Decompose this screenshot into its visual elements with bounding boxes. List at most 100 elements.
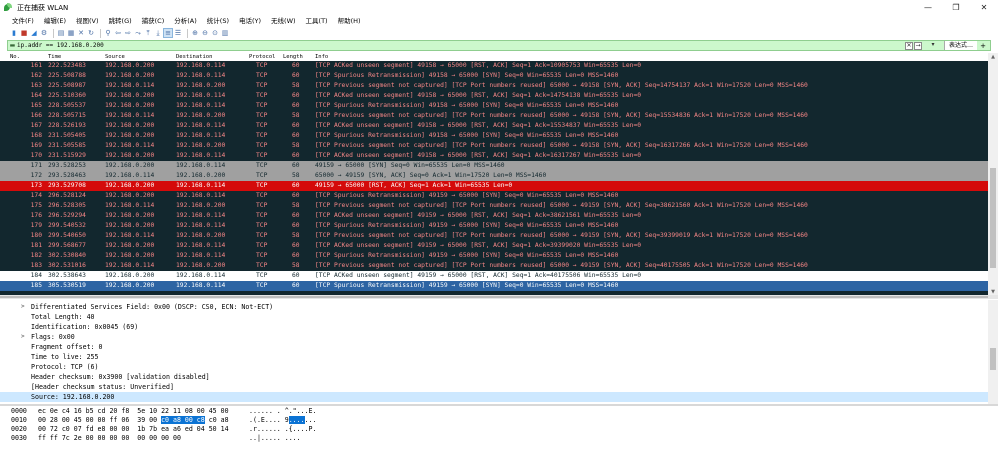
column-time[interactable]: Time <box>48 53 61 61</box>
minimize-button[interactable]: — <box>914 0 942 15</box>
apply-filter-icon[interactable]: → <box>913 41 922 50</box>
bytes-hex[interactable]: ff ff 7c 2e 00 00 00 00 00 00 00 00 <box>38 434 181 443</box>
add-filter-button[interactable]: + <box>978 42 988 50</box>
restart-capture-icon[interactable]: ◢ <box>30 29 38 37</box>
zoom-normal-icon[interactable]: ⊙ <box>211 29 219 37</box>
packet-row[interactable]: 179 299.540532 192.168.0.200 192.168.0.114 T… <box>0 221 988 231</box>
go-forward-icon[interactable]: ⇨ <box>124 29 132 37</box>
expression-button[interactable]: 表达式… <box>943 41 977 50</box>
packet-row[interactable]: 181 299.568677 192.168.0.200 192.168.0.114 T… <box>0 241 988 251</box>
packet-row[interactable]: 161 222.523483 192.168.0.200 192.168.0.114 T… <box>0 61 988 71</box>
detail-row[interactable]: [Header checksum status: Unverified] <box>0 382 988 392</box>
go-back-icon[interactable]: ⇦ <box>114 29 122 37</box>
menu-telephony[interactable]: 电话(Y) <box>234 15 266 27</box>
display-filter-input[interactable] <box>17 41 905 50</box>
clear-filter-icon[interactable]: ✕ <box>904 41 913 50</box>
hscrollbar-thumb[interactable] <box>0 296 988 298</box>
packet-row[interactable]: 165 228.505537 192.168.0.200 192.168.0.114 T… <box>0 101 988 111</box>
bytes-ascii[interactable]: .(.E.... 9....... <box>249 416 317 425</box>
open-file-icon[interactable]: ▤ <box>57 29 65 37</box>
bytes-ascii[interactable]: .r...... .{....P. <box>249 425 317 434</box>
packet-list-hscrollbar[interactable] <box>0 295 998 299</box>
maximize-button[interactable]: ❐ <box>942 0 970 15</box>
detail-row[interactable]: Fragment offset: 0 <box>0 342 988 352</box>
bytes-hex[interactable]: 00 72 c0 07 fd e8 00 00 1b 7b ea a6 ed 0… <box>38 425 229 434</box>
detail-row[interactable]: Header checksum: 0x3900 [validation disa… <box>0 372 988 382</box>
go-to-packet-icon[interactable]: ⤳ <box>134 29 142 37</box>
packet-list-scrollbar[interactable]: ▲ ▼ <box>988 53 998 296</box>
colorize-icon[interactable]: ☰ <box>174 29 182 37</box>
column-destination[interactable]: Destination <box>176 53 212 61</box>
packet-row[interactable]: 169 231.505585 192.168.0.114 192.168.0.200 T… <box>0 141 988 151</box>
close-file-icon[interactable]: ✕ <box>77 29 85 37</box>
detail-row[interactable]: Protocol: TCP (6) <box>0 362 988 372</box>
bookmark-icon[interactable]: ▬ <box>8 42 17 49</box>
column-protocol[interactable]: Protocol <box>249 53 276 61</box>
packet-row[interactable]: 185 305.530519 192.168.0.200 192.168.0.114 T… <box>0 281 988 291</box>
start-capture-icon[interactable]: ▮ <box>10 29 18 37</box>
menu-tools[interactable]: 工具(T) <box>301 15 333 27</box>
detail-row[interactable]: Identification: 0x0045 (69) <box>0 322 988 332</box>
packet-row[interactable]: 172 293.528463 192.168.0.114 192.168.0.200 T… <box>0 171 988 181</box>
packet-row[interactable]: 164 225.510360 192.168.0.200 192.168.0.114 T… <box>0 91 988 101</box>
packet-row[interactable]: 171 293.528253 192.168.0.200 192.168.0.114 T… <box>0 161 988 171</box>
bytes-ascii[interactable]: ...... . ^."...E. <box>249 407 317 416</box>
detail-row[interactable]: > Flags: 0x00 <box>0 332 988 342</box>
packet-row[interactable]: 180 299.540650 192.168.0.114 192.168.0.200 T… <box>0 231 988 241</box>
save-file-icon[interactable]: ▦ <box>67 29 75 37</box>
last-packet-icon[interactable]: ⤓ <box>154 29 162 37</box>
detail-row[interactable]: Total Length: 40 <box>0 312 988 322</box>
menu-go[interactable]: 跳转(G) <box>104 15 137 27</box>
capture-options-icon[interactable]: ⚙ <box>40 29 48 37</box>
packet-row[interactable]: 175 296.528305 192.168.0.114 192.168.0.200 T… <box>0 201 988 211</box>
column-length[interactable]: Length <box>283 53 303 61</box>
packet-row[interactable]: 167 228.526193 192.168.0.200 192.168.0.114 T… <box>0 121 988 131</box>
column-no[interactable]: No. <box>10 53 20 61</box>
menu-analyze[interactable]: 分析(A) <box>169 15 202 27</box>
packet-row[interactable]: 163 225.508987 192.168.0.114 192.168.0.200 T… <box>0 81 988 91</box>
resize-columns-icon[interactable]: ▥ <box>221 29 229 37</box>
bytes-ascii[interactable]: ..|..... .... <box>249 434 301 443</box>
menu-file[interactable]: 文件(F) <box>0 15 39 27</box>
packet-row[interactable]: 184 302.538643 192.168.0.200 192.168.0.114 T… <box>0 271 988 281</box>
filter-history-icon[interactable]: ▾ <box>923 41 943 50</box>
close-button[interactable]: ✕ <box>970 0 998 15</box>
first-packet-icon[interactable]: ⤒ <box>144 29 152 37</box>
details-scrollbar[interactable] <box>988 300 998 404</box>
bytes-hex[interactable]: 00 28 00 45 00 00 ff 06 39 00 c0 a8 00 c… <box>38 416 229 425</box>
menu-wireless[interactable]: 无线(W) <box>266 15 301 27</box>
menu-help[interactable]: 帮助(H) <box>333 15 366 27</box>
scrollbar-thumb[interactable] <box>990 168 996 268</box>
menu-statistics[interactable]: 统计(S) <box>202 15 234 27</box>
menu-edit[interactable]: 编辑(E) <box>39 15 71 27</box>
stop-capture-icon[interactable]: ■ <box>20 29 28 37</box>
zoom-in-icon[interactable]: ⊕ <box>191 29 199 37</box>
packet-row[interactable]: 182 302.530840 192.168.0.200 192.168.0.114 T… <box>0 251 988 261</box>
expand-chevron-icon[interactable]: > <box>21 332 25 342</box>
detail-row[interactable]: Time to live: 255 <box>0 352 988 362</box>
packet-destination: 192.168.0.114 <box>176 72 226 79</box>
scroll-up-icon[interactable]: ▲ <box>988 53 998 61</box>
packet-row[interactable]: 170 231.515929 192.168.0.200 192.168.0.114 T… <box>0 151 988 161</box>
find-packet-icon[interactable]: ⚲ <box>104 29 112 37</box>
reload-icon[interactable]: ↻ <box>87 29 95 37</box>
packet-row[interactable]: 183 302.531016 192.168.0.114 192.168.0.200 T… <box>0 261 988 271</box>
packet-row[interactable]: 162 225.508788 192.168.0.200 192.168.0.114 T… <box>0 71 988 81</box>
detail-row[interactable]: > Differentiated Services Field: 0x00 (DS… <box>0 302 988 312</box>
packet-row[interactable]: 173 293.529708 192.168.0.200 192.168.0.114 T… <box>0 181 988 191</box>
packet-row[interactable]: 174 296.528124 192.168.0.200 192.168.0.114 T… <box>0 191 988 201</box>
autoscroll-icon[interactable]: ≡ <box>163 28 173 38</box>
column-info[interactable]: Info <box>315 53 328 61</box>
bytes-hex[interactable]: ec 0e c4 16 b5 cd 20 f8 5e 10 22 11 08 0… <box>38 407 229 416</box>
detail-row[interactable]: Source: 192.168.0.200 <box>0 392 988 402</box>
column-source[interactable]: Source <box>105 53 125 61</box>
zoom-out-icon[interactable]: ⊖ <box>201 29 209 37</box>
packet-protocol: TCP <box>256 112 268 119</box>
menu-capture[interactable]: 捕获(C) <box>137 15 170 27</box>
packet-row[interactable]: 166 228.505715 192.168.0.114 192.168.0.200 T… <box>0 111 988 121</box>
packet-row[interactable]: 176 296.529294 192.168.0.200 192.168.0.114 T… <box>0 211 988 221</box>
menu-view[interactable]: 视图(V) <box>71 15 104 27</box>
details-scrollbar-thumb[interactable] <box>990 348 996 370</box>
packet-row[interactable]: 168 231.505405 192.168.0.200 192.168.0.114 T… <box>0 131 988 141</box>
expand-chevron-icon[interactable]: > <box>21 302 25 312</box>
